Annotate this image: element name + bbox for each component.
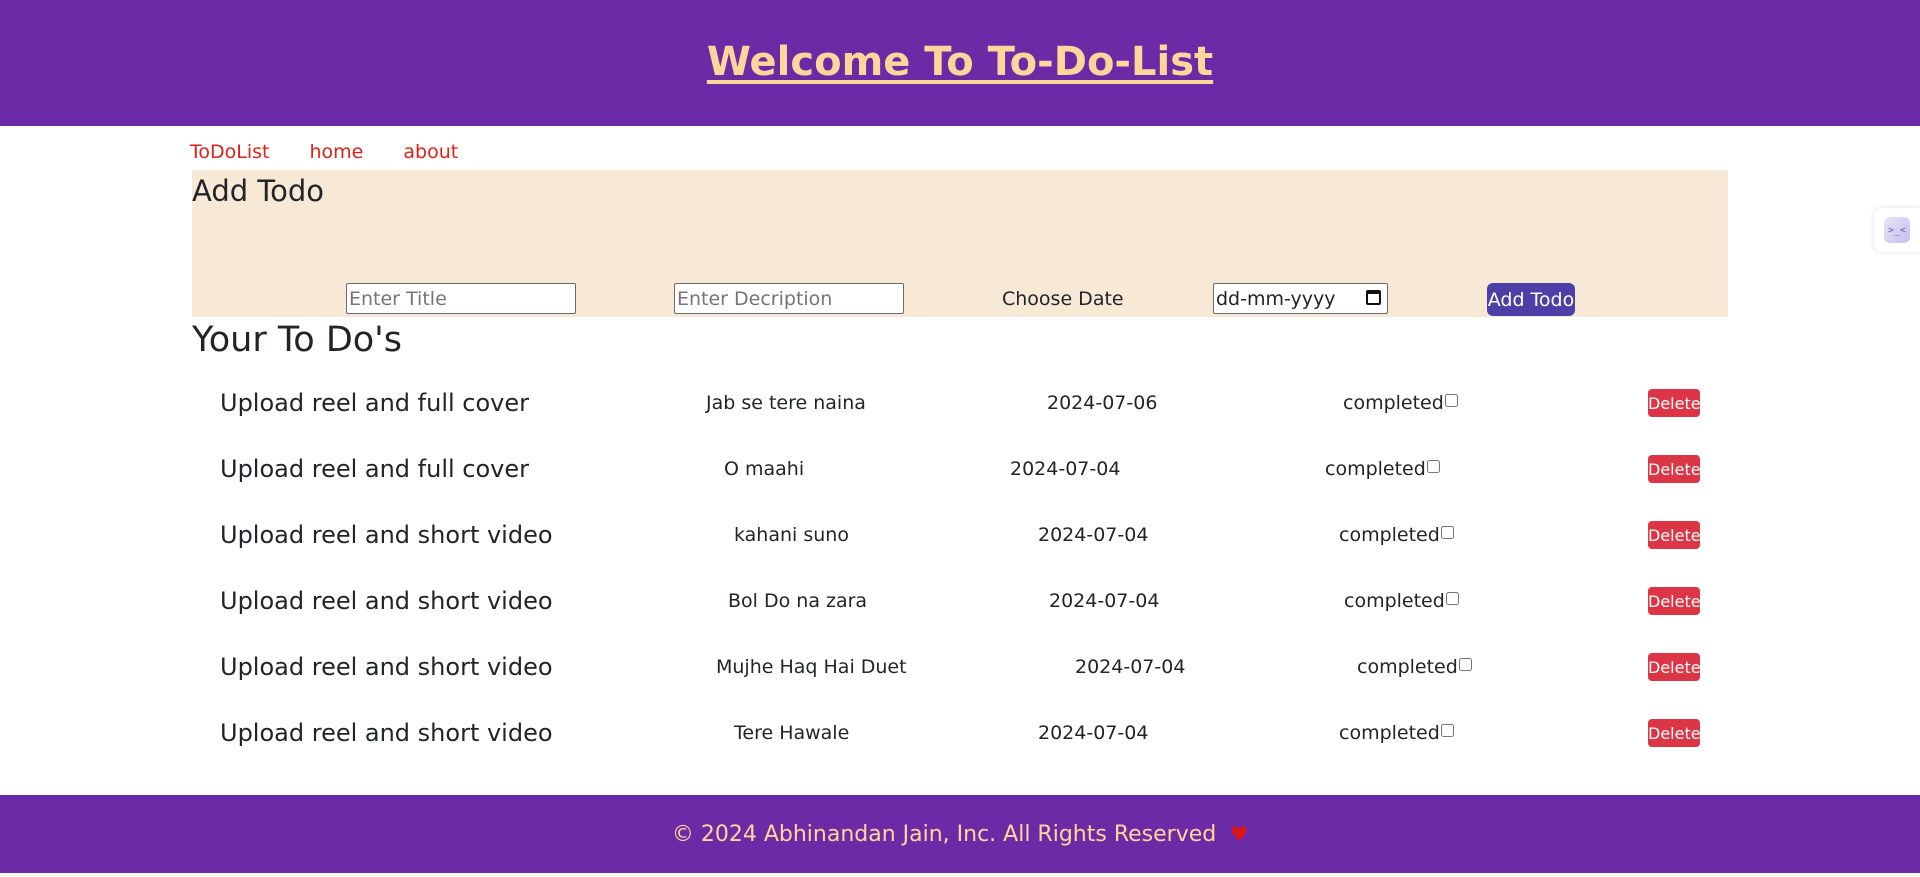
completed-checkbox[interactable] <box>1444 393 1458 407</box>
footer-copyright: © 2024 Abhinandan Jain, Inc. All Rights … <box>671 821 1217 847</box>
todo-completed: completed <box>1339 721 1454 745</box>
completed-checkbox[interactable] <box>1458 657 1472 671</box>
completed-label: completed <box>1357 656 1458 678</box>
completed-checkbox[interactable] <box>1440 723 1454 737</box>
todo-date: 2024-07-04 <box>1010 458 1121 480</box>
add-todo-panel: Add Todo Choose Date dd-mm-yyyy Add Todo <box>192 170 1728 317</box>
side-widget-button[interactable]: >_< <box>1874 208 1920 252</box>
date-input[interactable]: dd-mm-yyyy <box>1213 283 1388 314</box>
todo-date: 2024-07-04 <box>1075 656 1186 678</box>
todo-description: Tere Hawale <box>734 722 850 744</box>
todo-date: 2024-07-04 <box>1049 590 1160 612</box>
date-placeholder: dd-mm-yyyy <box>1216 287 1336 310</box>
add-todo-button[interactable]: Add Todo <box>1487 283 1575 316</box>
todo-title: Upload reel and short video <box>220 587 553 615</box>
page-title: Welcome To To-Do-List <box>706 39 1214 85</box>
todo-title: Upload reel and full cover <box>220 455 530 483</box>
todo-description: Jab se tere naina <box>706 392 866 414</box>
choose-date-label: Choose Date <box>1002 288 1124 310</box>
todo-title: Upload reel and short video <box>220 521 553 549</box>
calendar-icon[interactable] <box>1366 290 1381 305</box>
completed-checkbox[interactable] <box>1440 525 1454 539</box>
completed-label: completed <box>1325 458 1426 480</box>
your-todos-heading: Your To Do's <box>192 320 403 360</box>
description-input[interactable] <box>674 283 904 314</box>
completed-checkbox[interactable] <box>1445 591 1459 605</box>
delete-button[interactable]: Delete <box>1648 389 1701 417</box>
todo-row: Upload reel and short video Mujhe Haq Ha… <box>192 634 1728 700</box>
todo-description: O maahi <box>724 458 805 480</box>
todo-date: 2024-07-04 <box>1038 722 1149 744</box>
heart-icon: ♥ <box>1230 822 1249 846</box>
todo-row: Upload reel and full cover Jab se tere n… <box>192 370 1728 436</box>
completed-label: completed <box>1339 722 1440 744</box>
todo-date: 2024-07-06 <box>1047 392 1158 414</box>
page-header: Welcome To To-Do-List <box>0 0 1920 126</box>
nav-link-home[interactable]: home <box>309 140 363 164</box>
delete-button[interactable]: Delete <box>1648 587 1701 615</box>
nav-link-about[interactable]: about <box>403 140 458 164</box>
delete-button[interactable]: Delete <box>1648 653 1701 681</box>
delete-button[interactable]: Delete <box>1648 455 1701 483</box>
page-footer: © 2024 Abhinandan Jain, Inc. All Rights … <box>0 795 1920 873</box>
delete-button[interactable]: Delete <box>1648 521 1701 549</box>
add-todo-heading: Add Todo <box>192 174 325 208</box>
completed-label: completed <box>1344 590 1445 612</box>
todo-description: kahani suno <box>734 524 849 546</box>
extension-icon: >_< <box>1884 217 1910 243</box>
completed-label: completed <box>1343 392 1444 414</box>
completed-label: completed <box>1339 524 1440 546</box>
todo-date: 2024-07-04 <box>1038 524 1149 546</box>
completed-checkbox[interactable] <box>1426 459 1440 473</box>
todo-row: Upload reel and short video kahani suno … <box>192 502 1728 568</box>
todo-row: Upload reel and full cover O maahi 2024-… <box>192 436 1728 502</box>
todo-completed: completed <box>1357 655 1472 679</box>
todo-row: Upload reel and short video Bol Do na za… <box>192 568 1728 634</box>
todo-description: Mujhe Haq Hai Duet <box>716 656 907 678</box>
todo-row: Upload reel and short video Tere Hawale … <box>192 700 1728 766</box>
todo-title: Upload reel and short video <box>220 653 553 681</box>
todo-completed: completed <box>1344 589 1459 613</box>
todo-completed: completed <box>1325 457 1440 481</box>
todo-title: Upload reel and full cover <box>220 389 530 417</box>
delete-button[interactable]: Delete <box>1648 719 1701 747</box>
title-input[interactable] <box>346 283 576 314</box>
nav-link-todolist[interactable]: ToDoList <box>190 140 269 164</box>
todo-completed: completed <box>1339 523 1454 547</box>
todo-description: Bol Do na zara <box>728 590 868 612</box>
todo-title: Upload reel and short video <box>220 719 553 747</box>
todo-completed: completed <box>1343 391 1458 415</box>
top-nav: ToDoList home about <box>190 140 498 164</box>
